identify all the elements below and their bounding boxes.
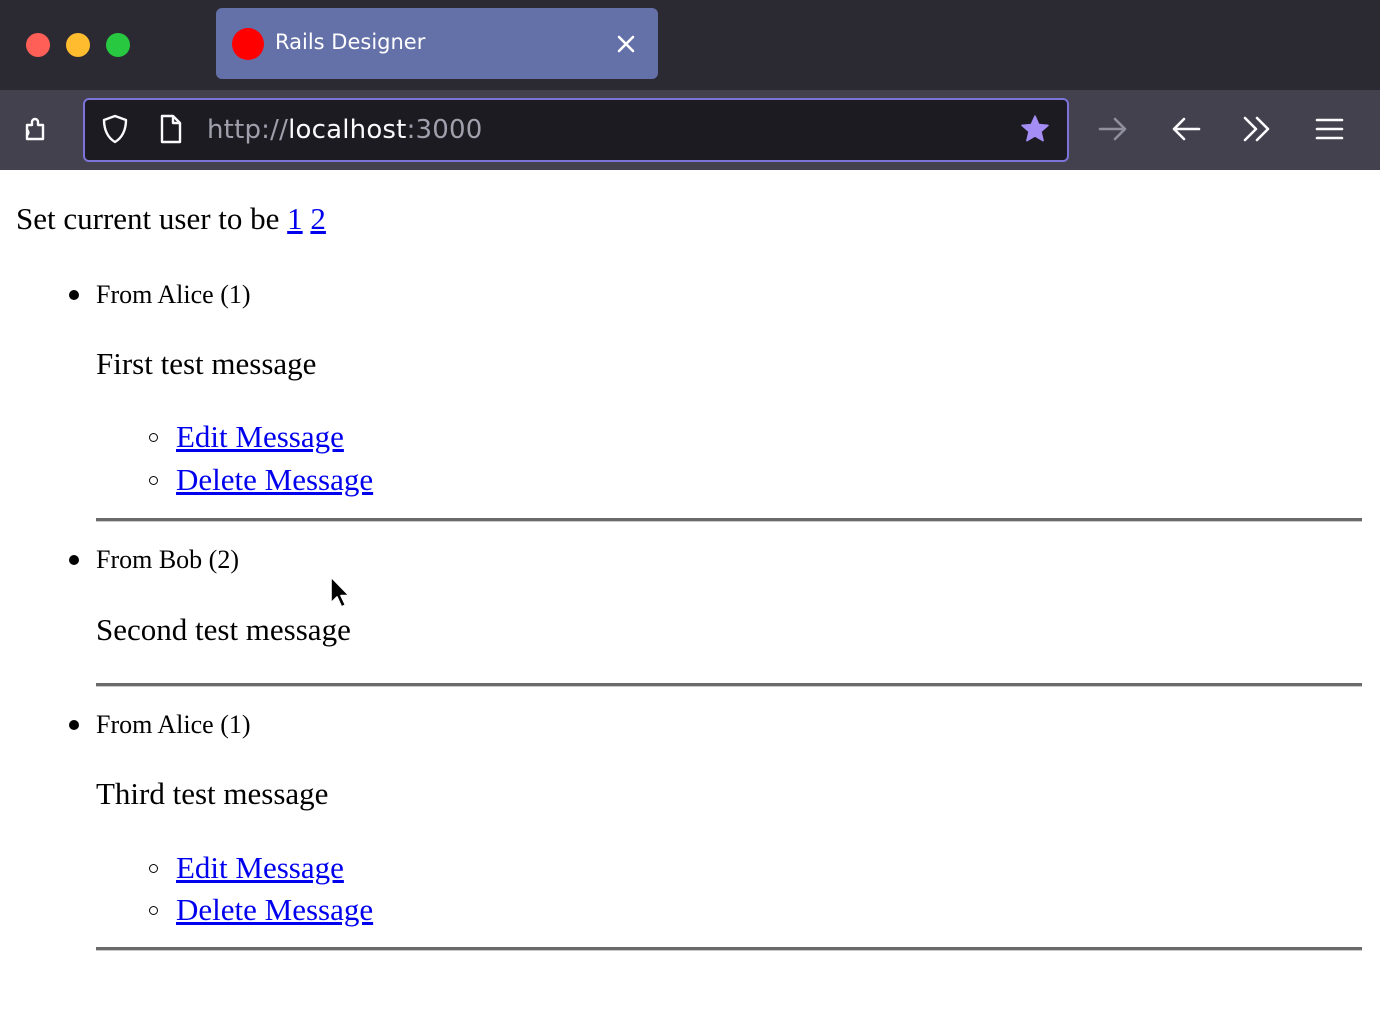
zoom-window-button[interactable]: [106, 33, 130, 57]
double-chevron-icon[interactable]: [1241, 113, 1273, 145]
message-sender: From Alice (1): [96, 280, 251, 309]
arrow-right-icon[interactable]: [1097, 113, 1129, 145]
user-link-2[interactable]: 2: [310, 201, 326, 236]
current-user-line: Set current user to be 1 2: [16, 201, 326, 237]
url-host: localhost: [288, 115, 407, 145]
browser-window: Rails Designer http://localhost:3000 Set…: [0, 0, 1380, 1032]
list-circle: [149, 906, 158, 915]
message-body: First test message: [96, 346, 317, 381]
list-circle: [149, 476, 158, 485]
star-icon[interactable]: [1019, 113, 1051, 145]
page-icon[interactable]: [155, 113, 187, 145]
edit-message-link[interactable]: Edit Message: [176, 850, 344, 886]
navigation-toolbar: http://localhost:3000: [0, 90, 1380, 170]
close-tab-icon[interactable]: [612, 30, 640, 58]
message-divider: [96, 518, 1362, 522]
tab-strip: Rails Designer: [0, 0, 1380, 90]
delete-message-link[interactable]: Delete Message: [176, 892, 373, 928]
list-circle: [149, 433, 158, 442]
shield-icon[interactable]: [99, 113, 131, 145]
message-sender: From Bob (2): [96, 545, 239, 574]
minimize-window-button[interactable]: [66, 33, 90, 57]
list-bullet: [69, 555, 79, 565]
hamburger-menu-icon[interactable]: [1314, 113, 1346, 145]
edit-message-link[interactable]: Edit Message: [176, 419, 344, 455]
url-scheme: http://: [207, 115, 289, 145]
url-bar[interactable]: http://localhost:3000: [83, 98, 1069, 162]
delete-message-link[interactable]: Delete Message: [176, 462, 373, 498]
url-text[interactable]: http://localhost:3000: [207, 115, 483, 145]
message-sender: From Alice (1): [96, 710, 251, 739]
extensions-icon[interactable]: [21, 113, 53, 145]
mouse-cursor-icon: [330, 576, 350, 608]
tab-title: Rails Designer: [275, 30, 426, 54]
page-content: Set current user to be 1 2 From Alice (1…: [0, 170, 1380, 1032]
message-body: Second test message: [96, 612, 351, 647]
active-tab[interactable]: Rails Designer: [216, 8, 658, 79]
arrow-left-icon[interactable]: [1170, 113, 1202, 145]
list-bullet: [69, 290, 79, 300]
message-divider: [96, 683, 1362, 687]
url-port: :3000: [406, 115, 483, 145]
user-link-1[interactable]: 1: [287, 201, 303, 236]
list-bullet: [69, 720, 79, 730]
favicon-icon: [232, 28, 264, 60]
current-user-label: Set current user to be: [16, 201, 280, 236]
list-circle: [149, 864, 158, 873]
close-window-button[interactable]: [26, 33, 50, 57]
message-body: Third test message: [96, 776, 329, 811]
message-divider: [96, 947, 1362, 951]
